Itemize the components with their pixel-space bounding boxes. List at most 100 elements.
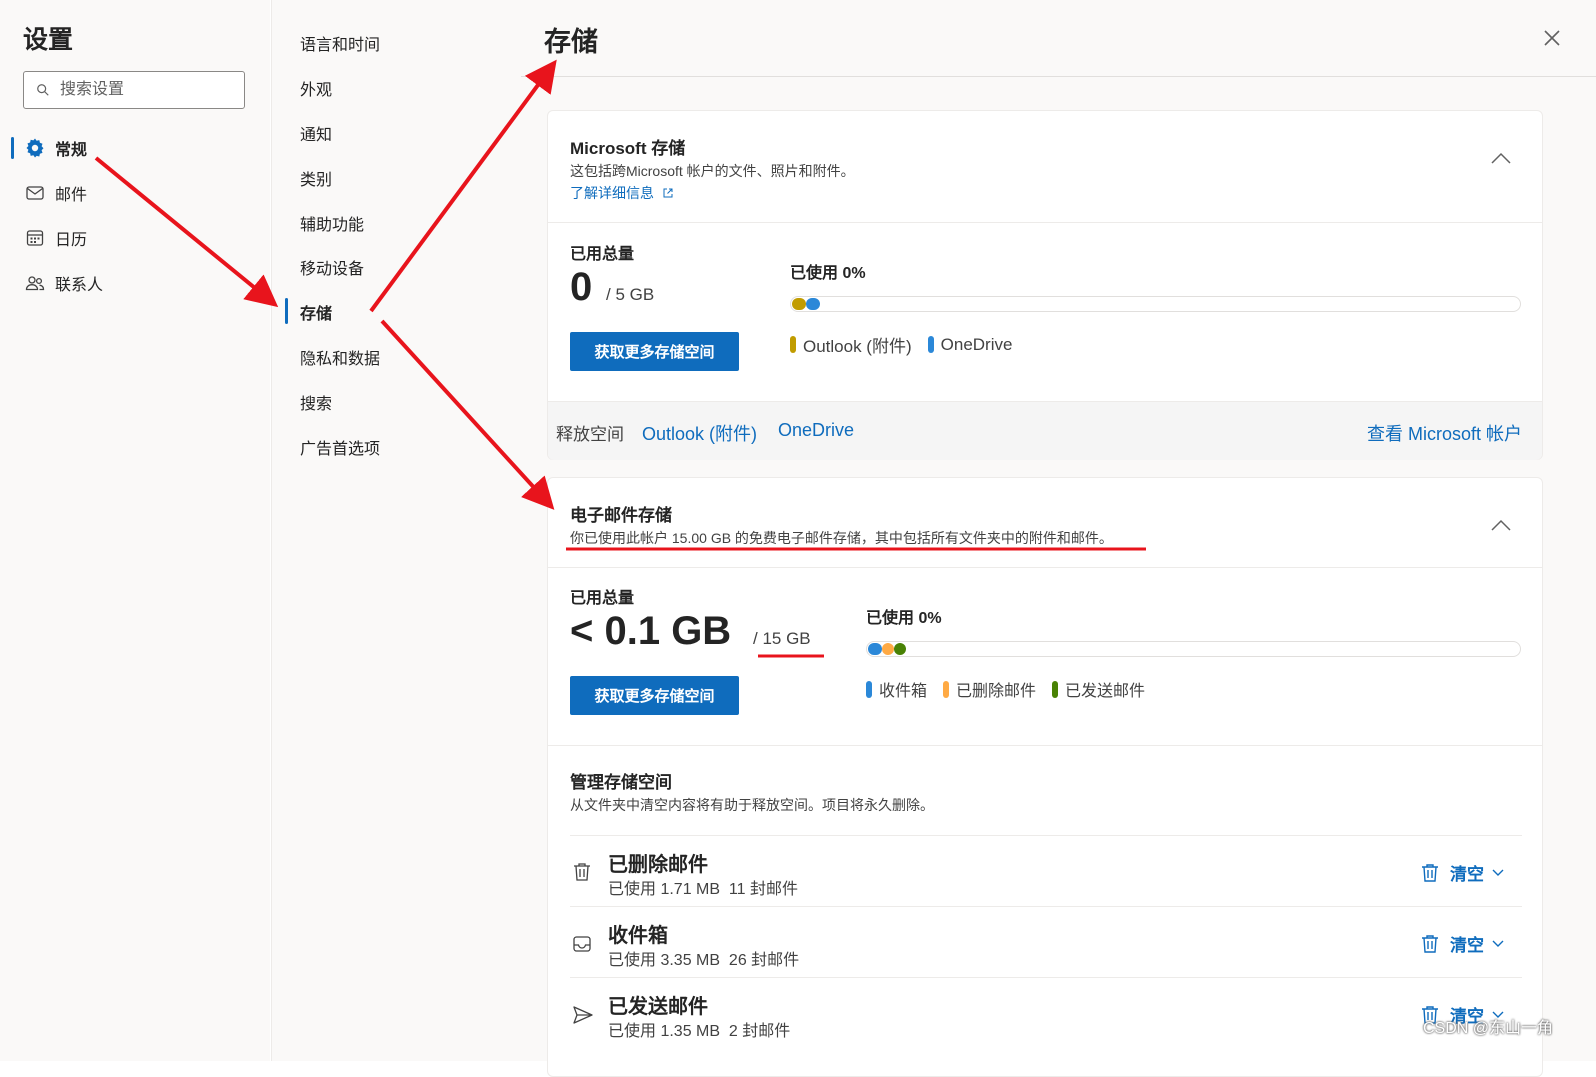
bar-segment-sent xyxy=(894,643,906,655)
card-divider xyxy=(548,222,1542,223)
bar-segment-outlook xyxy=(792,298,806,310)
manage-storage-title: 管理存储空间 xyxy=(570,773,672,792)
microsoft-usage-bar xyxy=(790,296,1521,312)
header-divider xyxy=(521,76,1596,77)
send-icon xyxy=(573,1006,593,1024)
search-icon xyxy=(37,84,49,96)
email-usage-bar xyxy=(866,641,1521,657)
legend-inbox-label: 收件箱 xyxy=(879,683,928,700)
card-divider xyxy=(548,567,1542,568)
folder-stats: 已使用 1.35 MB 2 封邮件 xyxy=(608,1023,791,1040)
nav-calendar[interactable]: 日历 xyxy=(0,218,270,258)
chevron-down-icon xyxy=(1492,940,1504,947)
people-icon xyxy=(25,276,45,291)
bar-segment-deleted xyxy=(882,643,894,655)
free-up-outlook-link[interactable]: Outlook (附件) xyxy=(642,420,757,446)
empty-inbox-button[interactable]: 清空 xyxy=(1420,931,1514,956)
subnav-notifications[interactable]: 通知 xyxy=(300,117,332,149)
email-used-value: < 0.1 GB xyxy=(570,609,732,653)
microsoft-legend: Outlook (附件) OneDrive xyxy=(790,332,1028,357)
chevron-up-icon[interactable] xyxy=(1490,151,1512,165)
legend-sent-label: 已发送邮件 xyxy=(1065,683,1146,700)
microsoft-storage-title: Microsoft 存储 xyxy=(570,139,686,158)
search-box[interactable] xyxy=(23,71,245,109)
legend-onedrive: OneDrive xyxy=(927,335,1012,355)
legend-dot-sent xyxy=(1052,680,1059,698)
nav-mail-label: 邮件 xyxy=(55,187,88,204)
legend-deleted-label: 已删除邮件 xyxy=(956,683,1037,700)
page-title: 存储 xyxy=(544,27,598,57)
legend-dot-outlook xyxy=(790,336,796,353)
trash-icon xyxy=(1422,863,1438,882)
mail-icon xyxy=(26,186,44,200)
microsoft-total-label: 已用总量 xyxy=(570,246,635,263)
nav-calendar-label: 日历 xyxy=(55,232,88,249)
chevron-up-icon[interactable] xyxy=(1490,518,1512,532)
trash-icon xyxy=(1422,934,1438,953)
folder-name: 已发送邮件 xyxy=(608,996,708,1018)
close-icon[interactable] xyxy=(1540,26,1564,50)
subnav-appearance[interactable]: 外观 xyxy=(300,72,332,104)
email-capacity: / 15 GB xyxy=(753,629,811,648)
subnav-search[interactable]: 搜索 xyxy=(300,386,332,418)
subnav-ad-preferences[interactable]: 广告首选项 xyxy=(300,431,380,463)
legend-outlook-label: Outlook (附件) xyxy=(803,337,912,356)
email-storage-description: 你已使用此帐户 15.00 GB 的免费电子邮件存储，其中包括所有文件夹中的附件… xyxy=(570,530,1113,546)
card-divider xyxy=(548,745,1542,746)
watermark: CSDN @东山一角 xyxy=(1423,1020,1554,1037)
row-divider xyxy=(570,977,1522,978)
folder-row-inbox: 收件箱 已使用 3.35 MB 26 封邮件 清空 xyxy=(570,917,1522,977)
row-divider xyxy=(570,906,1522,907)
nav-mail[interactable]: 邮件 xyxy=(0,173,270,213)
folder-stats: 已使用 3.35 MB 26 封邮件 xyxy=(608,952,800,969)
empty-label: 清空 xyxy=(1450,865,1484,884)
legend-dot-onedrive xyxy=(927,336,934,353)
learn-more-link[interactable]: 了解详细信息 xyxy=(570,183,674,203)
inbox-icon xyxy=(573,936,591,952)
legend-outlook: Outlook (附件) xyxy=(790,332,912,357)
free-up-onedrive-link[interactable]: OneDrive xyxy=(778,420,854,441)
bar-segment-inbox xyxy=(868,643,882,655)
microsoft-storage-description: 这包括跨Microsoft 帐户的文件、照片和附件。 xyxy=(570,163,855,179)
subnav-mobile-devices[interactable]: 移动设备 xyxy=(300,251,364,283)
email-total-label: 已用总量 xyxy=(570,590,635,607)
email-storage-title: 电子邮件存储 xyxy=(570,506,672,525)
empty-label: 清空 xyxy=(1450,936,1484,955)
microsoft-capacity: / 5 GB xyxy=(606,285,655,304)
trash-icon xyxy=(574,863,590,881)
subnav-storage[interactable]: 存储 xyxy=(300,296,332,328)
subnav-language-time[interactable]: 语言和时间 xyxy=(300,27,380,59)
free-up-strip: 释放空间 Outlook (附件) OneDrive 查看 Microsoft … xyxy=(548,401,1542,460)
manage-storage-description: 从文件夹中清空内容将有助于释放空间。项目将永久删除。 xyxy=(570,797,934,813)
folder-name: 已删除邮件 xyxy=(608,854,708,876)
empty-deleted-button[interactable]: 清空 xyxy=(1420,860,1514,885)
folder-row-sent: 已发送邮件 已使用 1.35 MB 2 封邮件 清空 xyxy=(570,988,1522,1048)
legend-dot-deleted xyxy=(943,680,950,698)
get-more-email-storage-button[interactable]: 获取更多存储空间 xyxy=(570,676,739,715)
microsoft-used-percent: 已使用 0% xyxy=(790,265,866,282)
settings-sub-pane xyxy=(271,0,521,1061)
nav-contacts[interactable]: 联系人 xyxy=(0,263,270,303)
calendar-icon xyxy=(26,230,44,246)
free-up-label: 释放空间 xyxy=(556,425,624,444)
settings-title: 设置 xyxy=(23,26,74,54)
nav-general-label: 常规 xyxy=(55,142,88,159)
email-storage-card: 电子邮件存储 你已使用此帐户 15.00 GB 的免费电子邮件存储，其中包括所有… xyxy=(547,477,1543,1077)
subnav-privacy-data[interactable]: 隐私和数据 xyxy=(300,341,380,373)
subnav-accessibility[interactable]: 辅助功能 xyxy=(300,207,364,239)
learn-more-label: 了解详细信息 xyxy=(570,185,654,201)
chevron-down-icon xyxy=(1492,869,1504,876)
microsoft-storage-card: Microsoft 存储 这包括跨Microsoft 帐户的文件、照片和附件。 … xyxy=(547,110,1543,460)
email-legend: 收件箱 已删除邮件 已发送邮件 xyxy=(866,677,1161,701)
folder-row-deleted: 已删除邮件 已使用 1.71 MB 11 封邮件 清空 xyxy=(570,846,1522,906)
view-microsoft-account-link[interactable]: 查看 Microsoft 帐户 xyxy=(1367,420,1522,446)
folder-stats: 已使用 1.71 MB 11 封邮件 xyxy=(608,881,798,898)
microsoft-used-value: 0 xyxy=(570,265,593,309)
bar-segment-onedrive xyxy=(806,298,820,310)
nav-general[interactable]: 常规 xyxy=(0,128,270,168)
email-used-percent: 已使用 0% xyxy=(866,610,942,627)
subnav-categories[interactable]: 类别 xyxy=(300,162,332,194)
legend-inbox: 收件箱 xyxy=(866,677,927,701)
search-input[interactable] xyxy=(58,80,232,100)
get-more-storage-button[interactable]: 获取更多存储空间 xyxy=(570,332,739,371)
